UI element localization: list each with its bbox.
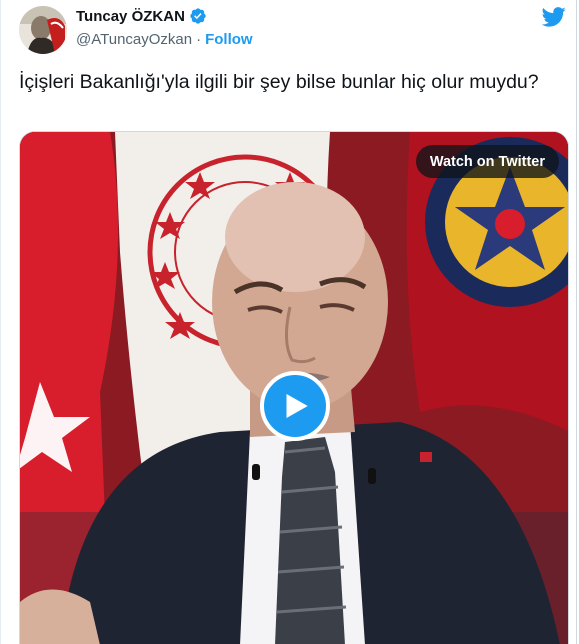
tweet-text: İçişleri Bakanlığı'yla ilgili bir şey bi…: [19, 71, 539, 93]
tweet-card: Tuncay ÖZKAN @ATuncayOzkan · Follow İçiş…: [0, 0, 577, 644]
avatar-image: [19, 6, 67, 54]
separator-dot: ·: [196, 31, 202, 48]
author-handle[interactable]: @ATuncayOzkan: [76, 31, 192, 48]
play-button[interactable]: [260, 371, 330, 441]
watch-on-twitter-button[interactable]: Watch on Twitter: [415, 145, 559, 178]
play-icon: [286, 393, 308, 419]
author-name-row: Tuncay ÖZKAN: [76, 7, 207, 25]
author-handle-row: @ATuncayOzkan · Follow: [76, 31, 253, 48]
verified-badge-icon: [190, 8, 206, 24]
author-name[interactable]: Tuncay ÖZKAN: [76, 8, 185, 25]
twitter-bird-icon[interactable]: [542, 7, 566, 27]
follow-button[interactable]: Follow: [205, 31, 253, 48]
video-player[interactable]: Watch on Twitter: [19, 131, 569, 644]
avatar[interactable]: [19, 6, 67, 54]
